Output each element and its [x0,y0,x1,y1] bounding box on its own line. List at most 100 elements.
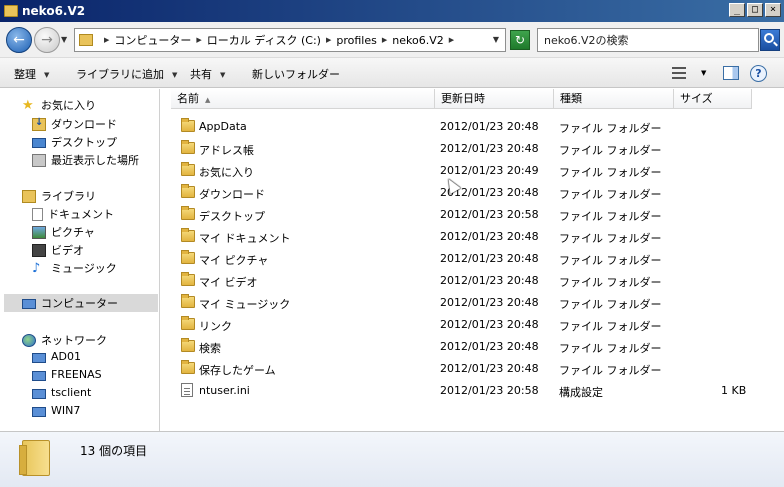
window-folder-icon [4,5,18,17]
pictures-icon [32,225,46,239]
minimize-button[interactable]: _ [729,3,745,17]
file-row[interactable]: 検索 2012/01/23 20:48 ファイル フォルダー [161,336,784,358]
views-icon[interactable] [672,67,686,79]
recent-pages-chevron-down-icon[interactable]: ▼ [61,35,67,44]
file-date: 2012/01/23 20:48 [440,318,539,331]
folder-icon [19,440,50,476]
file-name: マイ ピクチャ [199,254,269,267]
downloads-folder-icon [32,117,46,131]
breadcrumb-chevron-icon[interactable]: ▶ [104,36,109,44]
new-folder-button[interactable]: 新しいフォルダー [252,66,340,82]
file-type: ファイル フォルダー [559,210,662,223]
file-row[interactable]: リンク 2012/01/23 20:48 ファイル フォルダー [161,314,784,336]
refresh-button[interactable]: ↻ [510,30,530,50]
nav-item-documents[interactable]: ドキュメント [32,206,114,222]
breadcrumb-current[interactable]: neko6.V2 [392,34,443,47]
file-row[interactable]: ntuser.ini 2012/01/23 20:58 構成設定 1 KB [161,380,784,402]
file-list: 名前 ▲ 更新日時 種類 サイズ AppData 2012/01/23 20:48 フ… [161,89,784,431]
file-date: 2012/01/23 20:48 [440,340,539,353]
file-date: 2012/01/23 20:48 [440,274,539,287]
nav-item-ad01[interactable]: AD01 [32,350,81,363]
views-chevron-down-icon[interactable]: ▼ [701,69,706,77]
file-row[interactable]: お気に入り 2012/01/23 20:49 ファイル フォルダー [161,160,784,182]
network-computer-icon [32,388,46,399]
address-folder-icon [79,34,93,46]
nav-item-downloads[interactable]: ダウンロード [32,116,117,132]
close-button[interactable]: × [765,3,781,17]
file-row[interactable]: アドレス帳 2012/01/23 20:48 ファイル フォルダー [161,138,784,160]
file-date: 2012/01/23 20:48 [440,142,539,155]
file-row[interactable]: マイ ドキュメント 2012/01/23 20:48 ファイル フォルダー [161,226,784,248]
folder-icon [181,162,195,176]
nav-favorites-label: お気に入り [41,99,96,112]
preview-pane-icon[interactable] [723,66,739,80]
file-type: ファイル フォルダー [559,364,662,377]
breadcrumb-profiles[interactable]: profiles [336,34,376,47]
help-icon[interactable]: ? [750,65,767,82]
address-bar[interactable]: ▶ コンピューター ▶ ローカル ディスク (C:) ▶ profiles ▶ … [74,28,506,52]
nav-item-label: デスクトップ [51,136,117,149]
file-date: 2012/01/23 20:48 [440,362,539,375]
nav-favorites[interactable]: ★ お気に入り [22,97,96,113]
title-bar: neko6.V2 _ □ × [0,0,784,22]
add-to-library-button[interactable]: ライブラリに追加 ▼ [76,66,177,82]
search-button[interactable] [760,29,780,51]
command-bar: 整理 ▼ ライブラリに追加 ▼ 共有 ▼ 新しいフォルダー ▼ ? [0,58,784,88]
column-header-name[interactable]: 名前 ▲ [171,89,435,109]
nav-item-label: ミュージック [51,262,117,275]
add-to-library-label: ライブラリに追加 [76,68,164,81]
file-name: 検索 [199,342,221,355]
nav-item-music[interactable]: ♪ ミュージック [32,260,117,276]
breadcrumb-chevron-icon[interactable]: ▶ [196,36,201,44]
file-type: ファイル フォルダー [559,254,662,267]
column-header-date[interactable]: 更新日時 [435,89,554,109]
file-row[interactable]: マイ ミュージック 2012/01/23 20:48 ファイル フォルダー [161,292,784,314]
nav-item-pictures[interactable]: ピクチャ [32,224,95,240]
share-button[interactable]: 共有 ▼ [190,66,225,82]
maximize-button[interactable]: □ [747,3,763,17]
breadcrumb-chevron-icon[interactable]: ▶ [382,36,387,44]
nav-item-label: WIN7 [51,404,81,417]
file-row[interactable]: 保存したゲーム 2012/01/23 20:48 ファイル フォルダー [161,358,784,380]
file-type: ファイル フォルダー [559,276,662,289]
breadcrumb-chevron-icon[interactable]: ▶ [326,36,331,44]
file-type: ファイル フォルダー [559,188,662,201]
breadcrumb-chevron-icon[interactable]: ▶ [449,36,454,44]
search-input[interactable]: neko6.V2の検索 [537,28,759,52]
file-name: お気に入り [199,166,254,179]
forward-button[interactable]: → [34,27,60,53]
file-type: ファイル フォルダー [559,342,662,355]
nav-computer[interactable]: コンピューター [4,294,158,312]
folder-icon [181,316,195,330]
file-size: 1 KB [721,384,747,397]
file-row[interactable]: マイ ピクチャ 2012/01/23 20:48 ファイル フォルダー [161,248,784,270]
file-row[interactable]: デスクトップ 2012/01/23 20:58 ファイル フォルダー [161,204,784,226]
back-button[interactable]: ← [6,27,32,53]
column-header-size[interactable]: サイズ [674,89,752,109]
refresh-icon: ↻ [514,33,526,47]
address-dropdown-chevron-down-icon[interactable]: ▼ [493,35,499,44]
nav-item-recent-places[interactable]: 最近表示した場所 [32,152,139,168]
item-count: 13 個の項目 [80,444,148,458]
nav-item-desktop[interactable]: デスクトップ [32,134,117,150]
network-computer-icon [32,406,46,417]
recent-places-icon [32,153,46,167]
nav-item-freenas[interactable]: FREENAS [32,368,102,381]
ini-file-icon [181,383,193,397]
nav-network[interactable]: ネットワーク [22,332,107,348]
breadcrumb-computer[interactable]: コンピューター [114,32,191,48]
nav-item-videos[interactable]: ビデオ [32,242,84,258]
folder-icon [181,360,195,374]
address-row: ← → ▼ ▶ コンピューター ▶ ローカル ディスク (C:) ▶ profi… [0,22,784,58]
file-row[interactable]: マイ ビデオ 2012/01/23 20:48 ファイル フォルダー [161,270,784,292]
breadcrumb-local-disk[interactable]: ローカル ディスク (C:) [207,32,321,48]
organize-button[interactable]: 整理 ▼ [14,66,49,82]
file-row[interactable]: ダウンロード 2012/01/23 20:48 ファイル フォルダー [161,182,784,204]
column-header-type[interactable]: 種類 [554,89,674,109]
file-row[interactable]: AppData 2012/01/23 20:48 ファイル フォルダー [161,116,784,138]
nav-libraries[interactable]: ライブラリ [22,188,96,204]
nav-item-tsclient[interactable]: tsclient [32,386,91,399]
nav-item-win7[interactable]: WIN7 [32,404,80,417]
music-note-icon: ♪ [32,260,41,276]
folder-icon [181,206,195,220]
